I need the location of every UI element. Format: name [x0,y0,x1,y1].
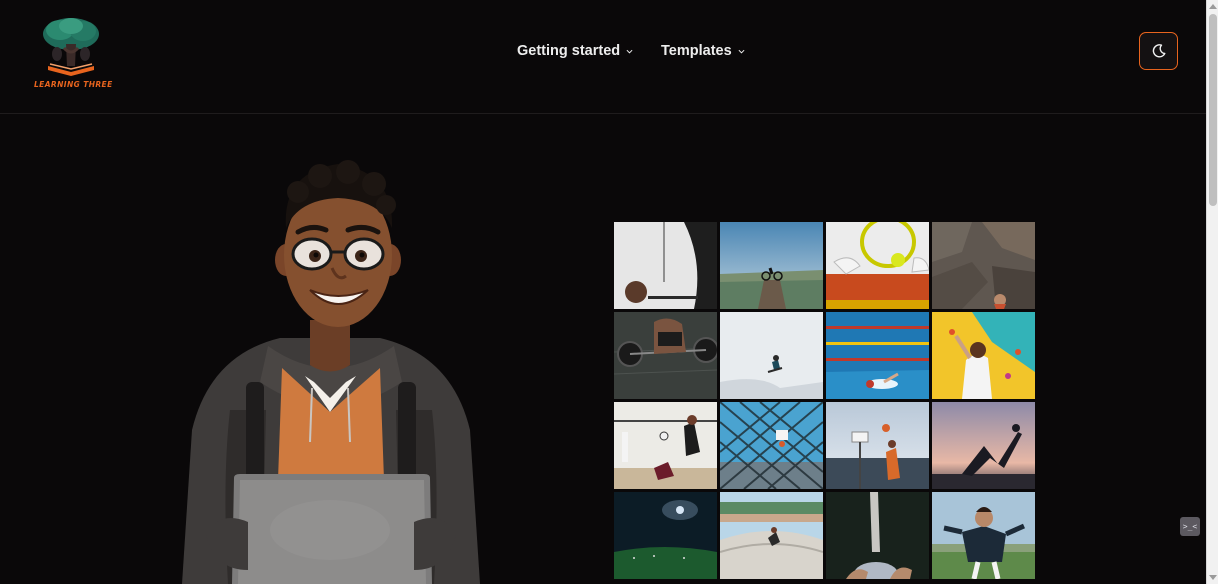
gallery-tile[interactable] [826,492,929,579]
soccer-player-photo [932,492,1035,579]
hero-illustration [170,150,490,584]
gallery-tile[interactable] [932,492,1035,579]
stadium-night-photo [614,492,717,579]
gallery-tile[interactable] [614,312,717,399]
fence-basketball-photo [720,402,823,489]
gallery-tile[interactable] [614,402,717,489]
scroll-down-arrow-icon[interactable] [1209,575,1217,580]
chevron-down-icon [626,49,633,54]
nav-getting-started[interactable]: Getting started [517,40,633,62]
tree-book-logo-icon [43,18,99,76]
scroll-up-arrow-icon[interactable] [1209,4,1217,9]
gallery-tile[interactable] [720,402,823,489]
kick-photo [826,492,929,579]
gallery-tile[interactable] [932,222,1035,309]
gallery-tile[interactable] [826,312,929,399]
gallery-tile[interactable] [826,402,929,489]
theme-toggle-button[interactable] [1139,32,1178,70]
page-scrollbar[interactable] [1206,0,1218,584]
snowboard-jump-photo [720,312,823,399]
basketball-hoop-photo [614,222,717,309]
rock-climbing-photo [932,222,1035,309]
mountain-bike-photo [720,222,823,309]
chevron-down-icon [738,49,745,54]
top-navbar: LEARNING THREE Getting started Templates [0,0,1206,114]
nav-templates[interactable]: Templates [661,40,745,62]
gallery-tile[interactable] [932,312,1035,399]
gallery-tile[interactable] [720,312,823,399]
gallery-tile[interactable] [614,492,717,579]
student-with-laptop-illustration [182,160,480,584]
page: LEARNING THREE Getting started Templates [0,0,1218,584]
swimming-photo [826,312,929,399]
weightlifting-photo [614,312,717,399]
volleyball-photo [614,402,717,489]
moon-icon [1152,44,1165,58]
climbing-wall-photo [932,312,1035,399]
sports-photo-grid [614,222,1038,584]
gallery-tile[interactable] [720,492,823,579]
floating-widget-button[interactable]: >_< [1180,517,1200,536]
gallery-tile[interactable] [720,222,823,309]
gallery-tile[interactable] [932,402,1035,489]
brand-logo-text: LEARNING THREE [34,80,113,89]
nav-templates-label: Templates [661,43,732,59]
scrollbar-thumb[interactable] [1209,14,1217,206]
nav-getting-started-label: Getting started [517,43,621,59]
gallery-tile[interactable] [826,222,929,309]
yoga-photo [932,402,1035,489]
brand-logo[interactable]: LEARNING THREE [30,14,112,94]
tennis-photo [826,222,929,309]
basketball-shot-photo [826,402,929,489]
gallery-tile[interactable] [614,222,717,309]
skatepark-photo [720,492,823,579]
